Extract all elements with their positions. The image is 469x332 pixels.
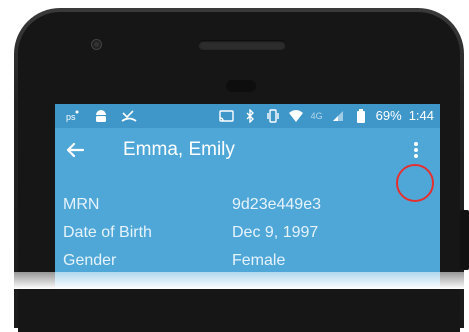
signal-icon <box>330 108 346 124</box>
mrn-value: 9d23e449e3 <box>232 196 321 213</box>
gender-label: Gender <box>63 252 117 269</box>
page-title: Emma, Emily <box>123 139 235 160</box>
detail-row-mrn: MRN 9d23e449e3 <box>55 192 440 220</box>
vibrate-icon <box>265 108 281 124</box>
date-of-birth-value: Dec 9, 1997 <box>232 224 319 241</box>
phone-screen: ps 4G 69% 1:44 Emma, Emily MRN 9d23e449e… <box>55 104 440 289</box>
date-of-birth-label: Date of Birth <box>63 224 152 241</box>
bluetooth-icon <box>242 108 258 124</box>
front-camera <box>92 40 101 49</box>
battery-percent: 69% <box>375 108 402 123</box>
status-left-group: ps <box>65 108 137 124</box>
more-vert-icon[interactable] <box>411 138 421 162</box>
missed-call-icon <box>121 108 137 124</box>
cast-icon <box>219 108 235 124</box>
svg-text:ps: ps <box>66 112 76 122</box>
power-button <box>460 210 469 270</box>
android-icon <box>93 108 109 124</box>
battery-icon <box>353 108 369 124</box>
data-icon: ps <box>65 108 81 124</box>
bottom-fade <box>0 272 469 289</box>
network-type-label: 4G <box>310 111 323 121</box>
clock: 1:44 <box>408 108 434 123</box>
detail-row-date-of-birth: Date of Birth Dec 9, 1997 <box>55 220 440 248</box>
status-bar: ps 4G 69% 1:44 <box>55 104 440 128</box>
proximity-sensor <box>226 80 256 92</box>
arrow-back-icon[interactable] <box>63 138 87 162</box>
earpiece-speaker <box>198 40 286 50</box>
wifi-icon <box>288 108 304 124</box>
app-bar: Emma, Emily <box>55 128 440 202</box>
status-right-group: 4G 69% 1:44 <box>219 108 434 124</box>
gender-value: Female <box>232 252 286 269</box>
mrn-label: MRN <box>63 196 100 213</box>
